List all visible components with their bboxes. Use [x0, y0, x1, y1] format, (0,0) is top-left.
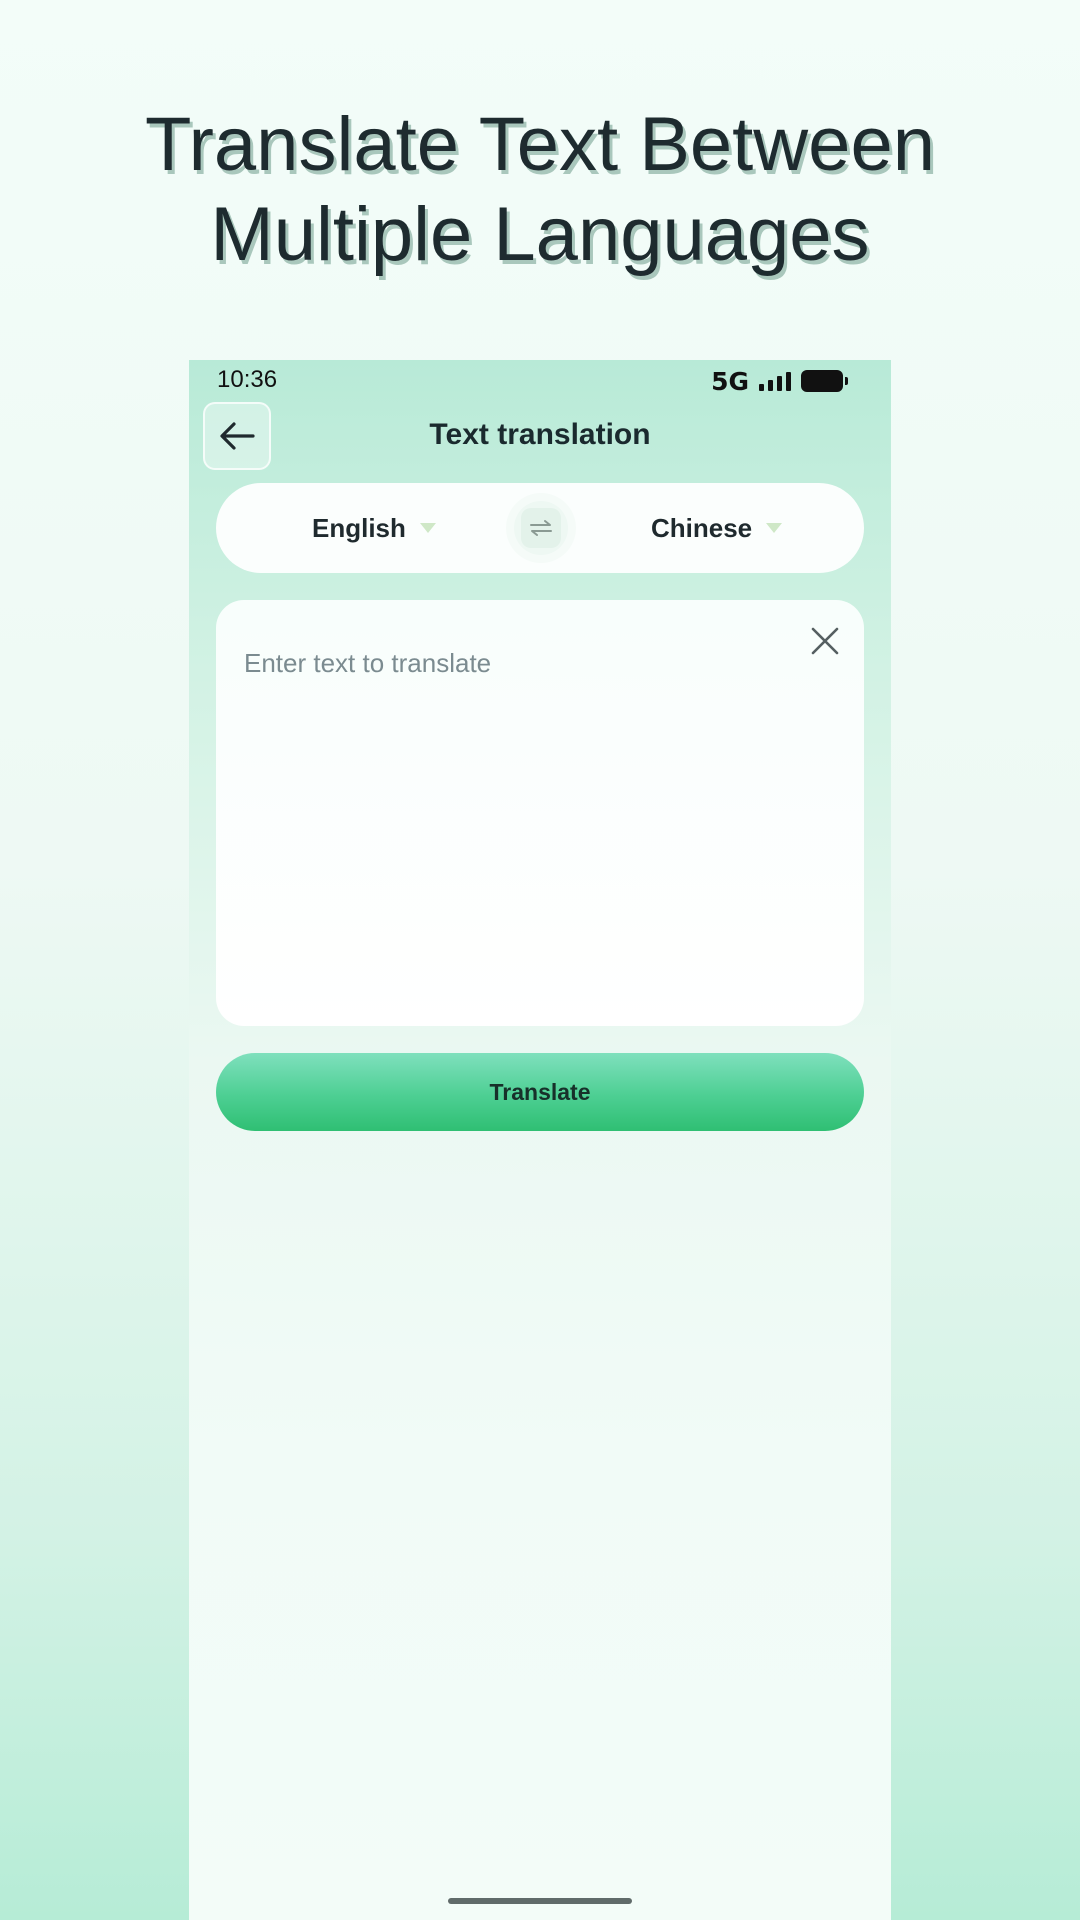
- close-icon[interactable]: [808, 624, 842, 658]
- target-language-dropdown[interactable]: Chinese: [651, 483, 783, 573]
- input-placeholder: Enter text to translate: [244, 648, 492, 678]
- signal-icon: [759, 371, 791, 391]
- swap-languages-button[interactable]: [514, 501, 568, 555]
- text-input-area[interactable]: Enter text to translate: [216, 600, 864, 1026]
- phone-screen: 10:36 5G Text translation English Chines…: [189, 360, 891, 1920]
- status-bar: 10:36 5G: [189, 360, 891, 402]
- swap-arrows-icon: [530, 520, 552, 536]
- page-title: Text translation: [429, 418, 651, 451]
- language-selector-bar: English Chinese: [216, 483, 864, 573]
- status-time: 10:36: [217, 366, 278, 393]
- headline-line-2: Multiple Languages: [210, 192, 870, 277]
- source-language-label: English: [312, 512, 406, 543]
- status-icons: 5G: [711, 366, 848, 396]
- translate-button[interactable]: Translate: [216, 1053, 864, 1131]
- promo-headline: Translate Text Between Multiple Language…: [0, 100, 1080, 280]
- headline-line-1: Translate Text Between: [145, 102, 935, 187]
- target-language-label: Chinese: [651, 512, 753, 543]
- network-type: 5G: [711, 366, 749, 396]
- home-indicator[interactable]: [448, 1898, 632, 1904]
- caret-down-icon: [766, 523, 783, 533]
- source-language-dropdown[interactable]: English: [312, 483, 436, 573]
- battery-icon: [801, 370, 848, 392]
- caret-down-icon: [419, 523, 436, 533]
